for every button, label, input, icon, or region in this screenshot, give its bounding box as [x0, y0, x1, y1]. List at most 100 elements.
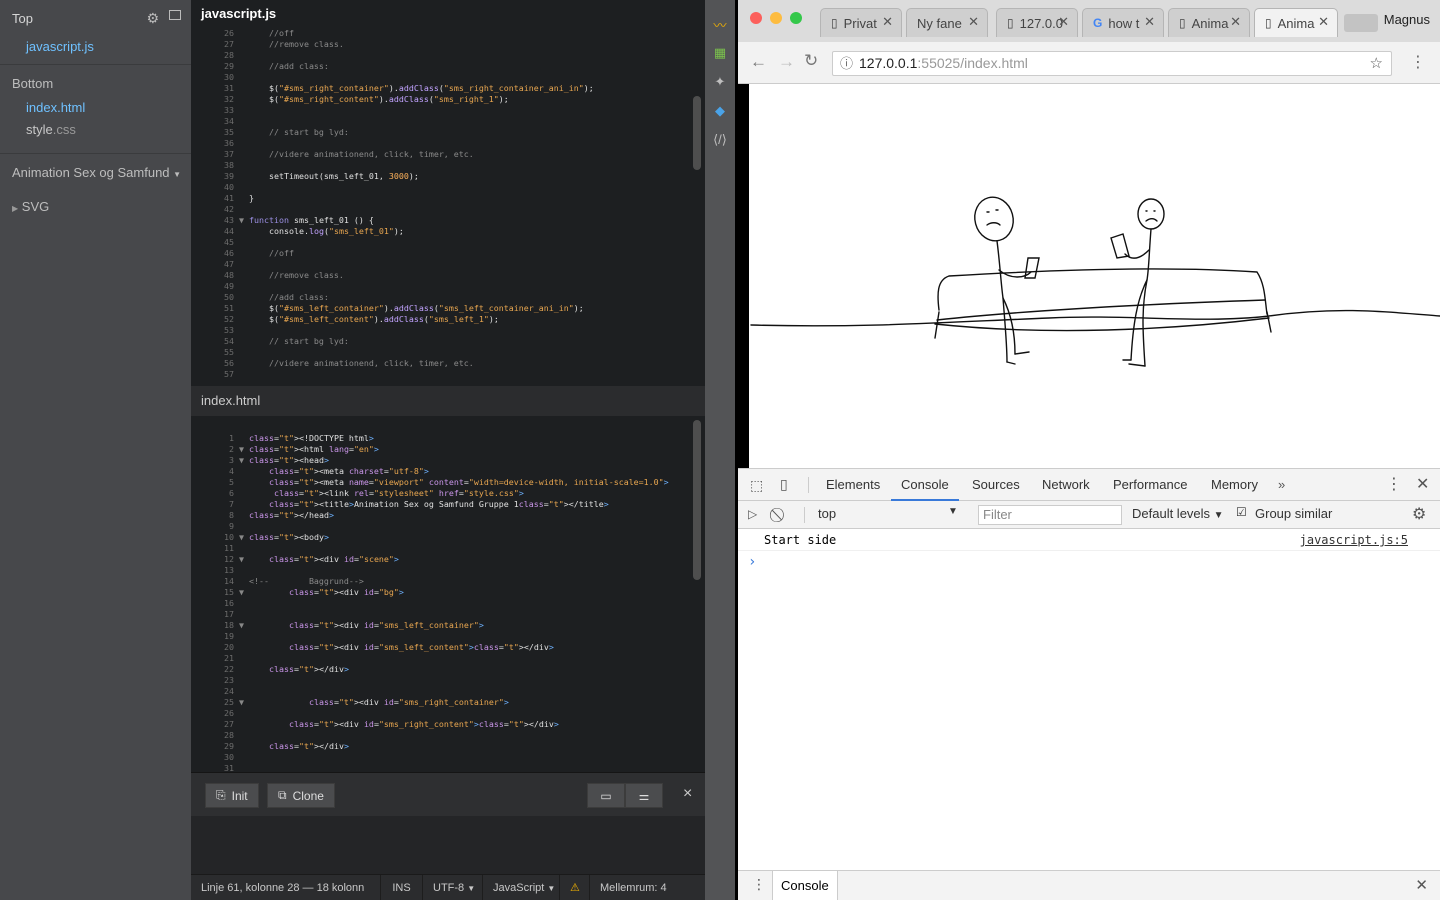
fold-toggle-icon[interactable]: [234, 433, 249, 444]
code-line[interactable]: 46 //off: [191, 248, 705, 259]
devtools-menu-icon[interactable]: ⋮: [1386, 469, 1402, 501]
split-view-icon[interactable]: [169, 9, 181, 20]
fold-toggle-icon[interactable]: [234, 576, 249, 587]
code-line[interactable]: 43 ▼ function sms_left_01 () {: [191, 215, 705, 226]
drawer-menu-icon[interactable]: ⋮: [752, 876, 766, 893]
code-line[interactable]: 55: [191, 347, 705, 358]
fold-toggle-icon[interactable]: [234, 336, 249, 347]
fold-toggle-icon[interactable]: [234, 730, 249, 741]
code-line[interactable]: 13: [191, 565, 705, 576]
code-line[interactable]: 49: [191, 281, 705, 292]
clone-button[interactable]: ⧉ Clone: [267, 783, 335, 808]
git-icon[interactable]: ◆: [710, 101, 730, 121]
code-line[interactable]: 5 class="t"><meta name="viewport" conten…: [191, 477, 705, 488]
code-line[interactable]: 14 <!-- Baggrund-->: [191, 576, 705, 587]
editor-bottom-title[interactable]: index.html: [191, 386, 705, 416]
close-tab-icon[interactable]: ✕: [968, 14, 979, 30]
code-tag-icon[interactable]: ⟨/⟩: [710, 130, 730, 150]
code-line[interactable]: 3 ▼ class="t"><head>: [191, 455, 705, 466]
new-tab-button[interactable]: [1344, 14, 1378, 32]
close-devtools-icon[interactable]: ✕: [1416, 469, 1429, 501]
fold-toggle-icon[interactable]: ▼: [234, 215, 249, 226]
more-tabs-icon[interactable]: »: [1278, 469, 1285, 501]
code-line[interactable]: 48 //remove class.: [191, 270, 705, 281]
editor-top-code[interactable]: 26 //off 27 //remove class. 28 29 //add cla…: [191, 28, 705, 386]
sidebar-toggle-icon[interactable]: ▷: [748, 507, 757, 521]
fold-toggle-icon[interactable]: [234, 259, 249, 270]
fold-toggle-icon[interactable]: [234, 347, 249, 358]
code-line[interactable]: 41}: [191, 193, 705, 204]
code-line[interactable]: 27 //remove class.: [191, 39, 705, 50]
code-line[interactable]: 31 $("#sms_right_container").addClass("s…: [191, 83, 705, 94]
fold-toggle-icon[interactable]: [234, 193, 249, 204]
browser-tab[interactable]: ▯ Anima ✕: [1168, 8, 1250, 37]
fold-toggle-icon[interactable]: [234, 105, 249, 116]
fold-toggle-icon[interactable]: [234, 281, 249, 292]
fold-toggle-icon[interactable]: [234, 127, 249, 138]
editor-top-title[interactable]: javascript.js: [191, 0, 705, 28]
fold-toggle-icon[interactable]: [234, 358, 249, 369]
close-window-button[interactable]: [750, 12, 762, 24]
fold-toggle-icon[interactable]: [234, 204, 249, 215]
fold-toggle-icon[interactable]: [234, 763, 249, 772]
fold-toggle-icon[interactable]: [234, 83, 249, 94]
magic-wand-icon[interactable]: ✦: [710, 72, 730, 92]
close-tab-icon[interactable]: ✕: [1144, 14, 1155, 30]
code-line[interactable]: 31: [191, 763, 705, 772]
code-line[interactable]: 8 class="t"></head>: [191, 510, 705, 521]
fold-toggle-icon[interactable]: [234, 499, 249, 510]
fold-toggle-icon[interactable]: [234, 237, 249, 248]
terminal-button[interactable]: ▭: [587, 783, 625, 808]
fold-toggle-icon[interactable]: [234, 28, 249, 39]
filter-input[interactable]: Filter: [978, 505, 1122, 525]
device-toggle-icon[interactable]: ▯: [780, 476, 788, 493]
code-line[interactable]: 34: [191, 116, 705, 127]
fold-toggle-icon[interactable]: [234, 314, 249, 325]
editor-top-scrollbar[interactable]: [693, 96, 701, 170]
code-line[interactable]: 11: [191, 543, 705, 554]
close-tab-icon[interactable]: ✕: [1230, 14, 1241, 30]
context-selector[interactable]: top: [818, 506, 836, 521]
fold-toggle-icon[interactable]: [234, 752, 249, 763]
code-line[interactable]: 7 class="t"><title>Animation Sex og Samf…: [191, 499, 705, 510]
code-line[interactable]: 33: [191, 105, 705, 116]
fold-toggle-icon[interactable]: [234, 61, 249, 72]
extension-manager-icon[interactable]: ▦: [710, 43, 730, 63]
maximize-window-button[interactable]: [790, 12, 802, 24]
code-line[interactable]: 28: [191, 730, 705, 741]
fold-toggle-icon[interactable]: [234, 466, 249, 477]
fold-toggle-icon[interactable]: [234, 741, 249, 752]
code-line[interactable]: 35 // start bg lyd:: [191, 127, 705, 138]
code-line[interactable]: 37 //videre animationend, click, timer, …: [191, 149, 705, 160]
fold-toggle-icon[interactable]: [234, 719, 249, 730]
code-line[interactable]: 29 class="t"></div>: [191, 741, 705, 752]
fold-toggle-icon[interactable]: [234, 565, 249, 576]
code-line[interactable]: 6 class="t"><link rel="stylesheet" href=…: [191, 488, 705, 499]
code-line[interactable]: 53: [191, 325, 705, 336]
fold-toggle-icon[interactable]: [234, 653, 249, 664]
bookmark-star-icon[interactable]: ☆: [1370, 52, 1383, 75]
inspect-icon[interactable]: ⬚: [750, 477, 763, 494]
folder-svg[interactable]: ▶ SVG: [0, 194, 191, 220]
fold-toggle-icon[interactable]: [234, 675, 249, 686]
fold-toggle-icon[interactable]: [234, 292, 249, 303]
fold-toggle-icon[interactable]: [234, 226, 249, 237]
code-line[interactable]: 47: [191, 259, 705, 270]
fold-toggle-icon[interactable]: [234, 598, 249, 609]
code-line[interactable]: 21: [191, 653, 705, 664]
code-line[interactable]: 12 ▼ class="t"><div id="scene">: [191, 554, 705, 565]
browser-tab[interactable]: ▯ Privat ✕: [820, 8, 902, 37]
devtools-tab-memory[interactable]: Memory: [1211, 469, 1258, 501]
minimize-window-button[interactable]: [770, 12, 782, 24]
devtools-tab-performance[interactable]: Performance: [1113, 469, 1187, 501]
fold-toggle-icon[interactable]: [234, 149, 249, 160]
code-line[interactable]: 56 //videre animationend, click, timer, …: [191, 358, 705, 369]
code-line[interactable]: 45: [191, 237, 705, 248]
code-line[interactable]: 42: [191, 204, 705, 215]
encoding-select[interactable]: UTF-8 ▼: [423, 874, 483, 900]
close-tab-icon[interactable]: ✕: [882, 14, 893, 30]
fold-toggle-icon[interactable]: [234, 138, 249, 149]
code-line[interactable]: 28: [191, 50, 705, 61]
fold-toggle-icon[interactable]: [234, 116, 249, 127]
fold-toggle-icon[interactable]: [234, 609, 249, 620]
